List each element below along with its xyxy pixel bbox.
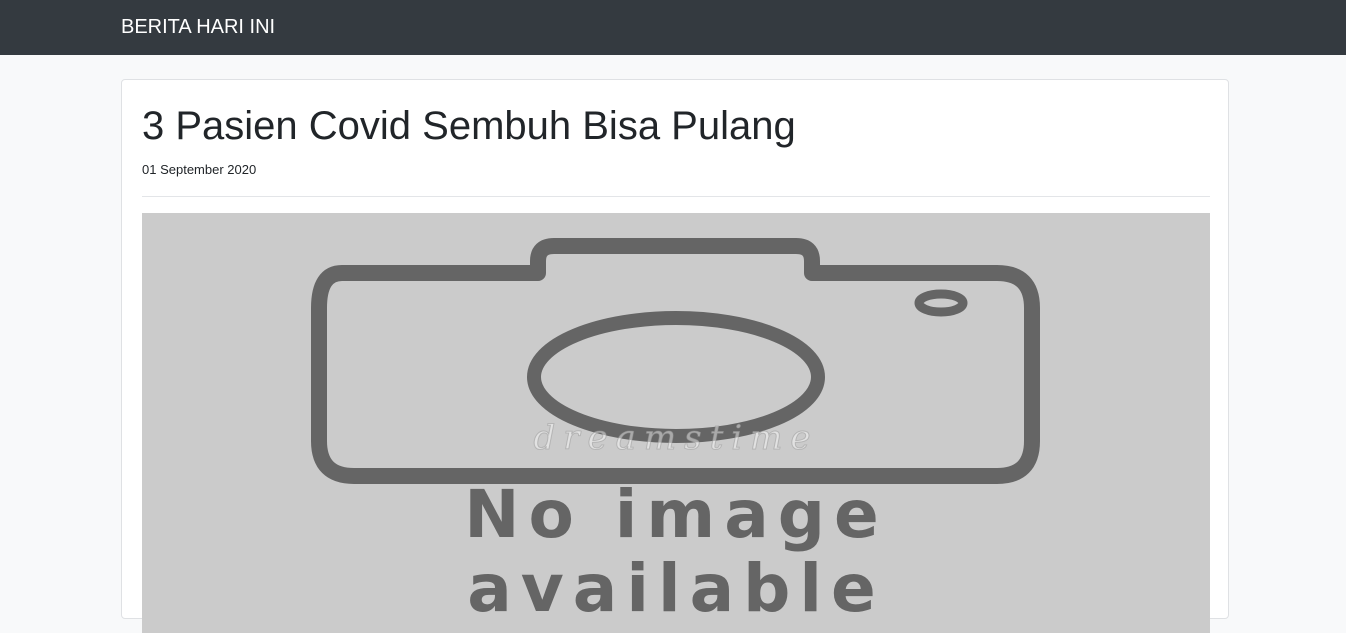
- navbar-brand[interactable]: BERITA HARI INI: [121, 15, 275, 39]
- watermark-text: dreamstime: [533, 418, 819, 459]
- divider: [142, 196, 1210, 197]
- article-title: 3 Pasien Covid Sembuh Bisa Pulang: [142, 104, 796, 148]
- article-date: 01 September 2020: [142, 162, 257, 177]
- top-navbar: BERITA HARI INI: [0, 0, 1346, 55]
- no-image-text: No image: [464, 476, 888, 553]
- article-card: 3 Pasien Covid Sembuh Bisa Pulang 01 Sep…: [121, 79, 1229, 633]
- available-text: available: [467, 550, 885, 627]
- article-image: dreamstime No image available: [142, 213, 1210, 633]
